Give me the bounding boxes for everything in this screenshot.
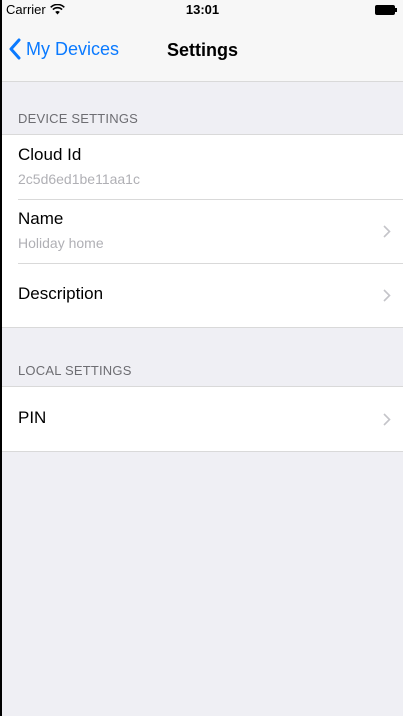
cell-cloud-id-value: 2c5d6ed1be11aa1c (18, 171, 140, 187)
navigation-bar: My Devices Settings (2, 20, 403, 82)
page-title: Settings (166, 40, 238, 60)
cell-description[interactable]: Description (2, 263, 403, 327)
cell-cloud-id-title: Cloud Id (18, 145, 82, 164)
cell-description-title: Description (18, 284, 104, 303)
settings-screen: Carrier 13:01 My Devices Settings DEVICE… (0, 0, 403, 716)
local-settings-group: PIN (2, 386, 403, 452)
chevron-right-icon (383, 289, 391, 302)
section-header-device-settings: DEVICE SETTINGS (18, 111, 139, 126)
cell-pin[interactable]: PIN (2, 387, 403, 451)
cell-name[interactable]: Name Holiday home (2, 199, 403, 263)
cell-cloud-id: Cloud Id 2c5d6ed1be11aa1c (2, 135, 403, 199)
cell-name-value: Holiday home (18, 235, 104, 251)
section-header-local-settings: LOCAL SETTINGS (18, 363, 132, 378)
battery-icon (375, 5, 397, 15)
chevron-right-icon (383, 413, 391, 426)
cell-name-title: Name (18, 209, 64, 228)
chevron-right-icon (383, 225, 391, 238)
status-bar: Carrier 13:01 (2, 0, 403, 20)
cell-pin-title: PIN (18, 408, 47, 427)
device-settings-group: Cloud Id 2c5d6ed1be11aa1c Name Holiday h… (2, 134, 403, 328)
status-time: 13:01 (185, 2, 220, 17)
